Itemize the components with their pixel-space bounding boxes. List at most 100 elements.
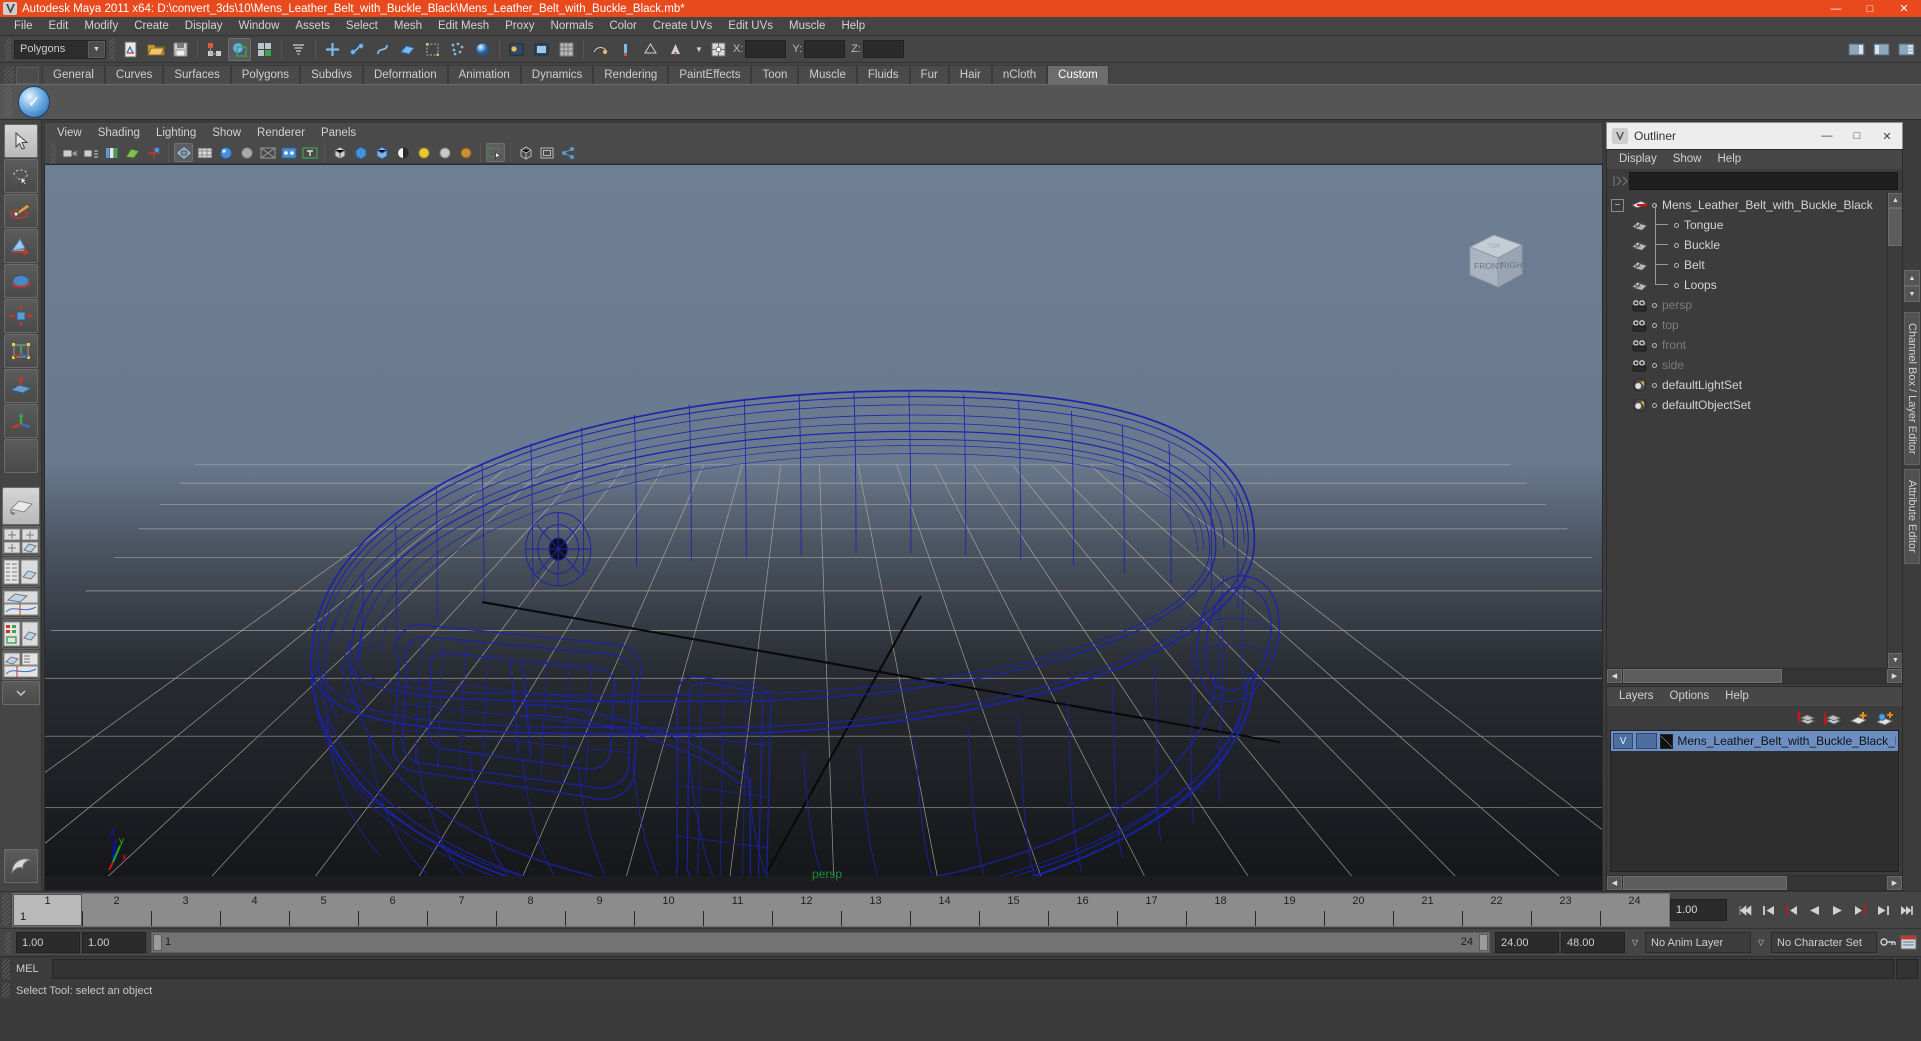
hypershade-persp-layout-button[interactable]	[1, 619, 40, 649]
outliner-filter-icon[interactable]	[1611, 172, 1629, 190]
select-by-component-type-button[interactable]	[253, 38, 276, 61]
render-settings-button[interactable]	[555, 38, 578, 61]
command-line-input[interactable]	[52, 959, 1894, 979]
outliner-minimize-button[interactable]: —	[1812, 123, 1842, 149]
menu-modify[interactable]: Modify	[76, 17, 126, 36]
menu-proxy[interactable]: Proxy	[497, 17, 542, 36]
outliner-node-dot-icon[interactable]	[1652, 302, 1657, 308]
tab-attribute-editor[interactable]: Attribute Editor	[1904, 469, 1920, 565]
all-lights-icon[interactable]	[372, 143, 391, 162]
outliner-horizontal-scrollbar[interactable]: ◀ ▶	[1607, 668, 1902, 683]
anim-layer-selector[interactable]: No Anim Layer	[1645, 932, 1751, 953]
3d-viewport[interactable]: z y x FRONT RIGHT TOP persp	[44, 164, 1603, 891]
outliner-node-dot-icon[interactable]	[1674, 262, 1679, 268]
viewport-menu-show[interactable]: Show	[204, 123, 249, 143]
outliner-menu-display[interactable]: Display	[1611, 150, 1665, 169]
shelf-tab-animation[interactable]: Animation	[447, 65, 521, 84]
menu-help[interactable]: Help	[833, 17, 873, 36]
outliner-maximize-button[interactable]: □	[1842, 123, 1872, 149]
step-back-frame-icon[interactable]	[1758, 899, 1779, 921]
scale-tool-button[interactable]	[3, 299, 38, 333]
outliner-persp-layout-button[interactable]	[1, 557, 40, 587]
toggle-sidebar-button[interactable]	[589, 38, 612, 61]
playback-start-time-field[interactable]: 1.00	[82, 932, 146, 953]
outliner-scroll-down-button[interactable]: ▼	[1888, 653, 1902, 668]
bookmarks-icon[interactable]	[102, 143, 121, 162]
outliner-row[interactable]: Belt	[1607, 245, 1902, 275]
lasso-tool-button[interactable]	[3, 159, 38, 193]
menu-color[interactable]: Color	[601, 17, 644, 36]
shelf-tab-fur[interactable]: Fur	[909, 65, 949, 84]
layers-horizontal-scrollbar[interactable]: ◀ ▶	[1607, 875, 1902, 890]
new-layer-from-selected-icon[interactable]	[1874, 708, 1896, 728]
layer-color-swatch[interactable]	[1659, 733, 1674, 749]
outliner-row[interactable]: defaultLightSet	[1607, 375, 1902, 395]
open-scene-button[interactable]	[144, 38, 167, 61]
outliner-scroll-up-button[interactable]: ▲	[1888, 193, 1902, 208]
go-to-start-icon[interactable]	[1735, 899, 1756, 921]
edge-spin-down-button[interactable]: ▼	[1904, 286, 1920, 302]
outliner-hscroll-left-button[interactable]: ◀	[1607, 669, 1622, 683]
outliner-tree[interactable]: − Mens_Leather_Belt_with_Buckle_Black Tong…	[1607, 193, 1902, 668]
chevron-down-icon[interactable]: ▼	[88, 40, 105, 58]
film-gate-icon[interactable]	[537, 143, 556, 162]
x-field[interactable]	[745, 40, 787, 58]
viewport2-render-icon[interactable]	[435, 143, 454, 162]
outliner-vertical-scrollbar[interactable]: ▲ ▼	[1887, 193, 1902, 668]
outliner-row[interactable]: top	[1607, 315, 1902, 335]
layers-hscroll-thumb[interactable]	[1623, 876, 1788, 890]
menu-select[interactable]: Select	[338, 17, 386, 36]
viewport-menu-renderer[interactable]: Renderer	[249, 123, 313, 143]
menu-create[interactable]: Create	[126, 17, 177, 36]
text-display-icon[interactable]	[300, 143, 319, 162]
snap-to-point-button[interactable]	[371, 38, 394, 61]
step-forward-frame-icon[interactable]	[1873, 899, 1894, 921]
outliner-hscroll-right-button[interactable]: ▶	[1887, 669, 1902, 683]
mental-ray-render-icon[interactable]	[456, 143, 475, 162]
menu-assets[interactable]: Assets	[287, 17, 338, 36]
wireframe-on-shaded-icon[interactable]	[330, 143, 349, 162]
move-tool-button[interactable]	[3, 229, 38, 263]
play-backwards-icon[interactable]	[1804, 899, 1825, 921]
y-field[interactable]	[804, 40, 846, 58]
layer-display-type-toggle[interactable]	[1636, 733, 1657, 749]
shelf-tab-dynamics[interactable]: Dynamics	[520, 65, 594, 84]
shelf-tab-deformation[interactable]: Deformation	[362, 65, 448, 84]
layers-hscroll-track[interactable]	[1622, 876, 1887, 890]
snap-to-curve-button[interactable]	[346, 38, 369, 61]
universal-manipulator-button[interactable]	[3, 334, 38, 368]
soft-modification-tool-button[interactable]	[3, 369, 38, 403]
move-layer-up-icon[interactable]	[1796, 708, 1818, 728]
two-d-pan-zoom-icon[interactable]	[144, 143, 163, 162]
viewport-menu-view[interactable]: View	[49, 123, 90, 143]
toolbar-grip-2[interactable]	[109, 38, 115, 60]
outliner-hscroll-thumb[interactable]	[1623, 669, 1782, 683]
shelf-tab-menu-button[interactable]	[16, 67, 39, 84]
save-scene-button[interactable]	[169, 38, 192, 61]
isolate-select-icon[interactable]	[486, 143, 505, 162]
range-slider-grip[interactable]	[5, 931, 11, 954]
outliner-menu-show[interactable]: Show	[1665, 150, 1710, 169]
character-set-chevron-icon[interactable]: ▽	[1753, 932, 1769, 953]
layer-list[interactable]: V Mens_Leather_Belt_with_Buckle_Black_lay…	[1610, 730, 1899, 872]
command-line-grip[interactable]	[2, 959, 10, 979]
shelf-tab-painteffects[interactable]: PaintEffects	[668, 65, 752, 84]
single-perspective-view-layout-button[interactable]	[1, 487, 40, 525]
high-quality-render-icon[interactable]	[414, 143, 433, 162]
hardware-texturing-icon[interactable]	[195, 143, 214, 162]
shelf-tab-custom[interactable]: Custom	[1047, 65, 1109, 84]
layers-menu-options[interactable]: Options	[1662, 687, 1718, 706]
viewport-toolbar-grip[interactable]	[50, 141, 56, 164]
anim-start-time-field[interactable]: 1.00	[16, 932, 80, 953]
viewport-menu-panels[interactable]: Panels	[313, 123, 364, 143]
outliner-row[interactable]: defaultObjectSet	[1607, 395, 1902, 415]
outliner-row[interactable]: Loops	[1607, 265, 1902, 295]
show-hide-icon[interactable]	[258, 143, 277, 162]
outliner-node-dot-icon[interactable]	[1674, 242, 1679, 248]
shadows-icon[interactable]	[393, 143, 412, 162]
snap-to-grid-button[interactable]	[321, 38, 344, 61]
range-end-handle[interactable]	[1479, 934, 1488, 951]
outliner-node-dot-icon[interactable]	[1652, 382, 1657, 388]
tab-channel-box-layer-editor[interactable]: Channel Box / Layer Editor	[1904, 312, 1920, 466]
snap-to-plane-button[interactable]	[396, 38, 419, 61]
